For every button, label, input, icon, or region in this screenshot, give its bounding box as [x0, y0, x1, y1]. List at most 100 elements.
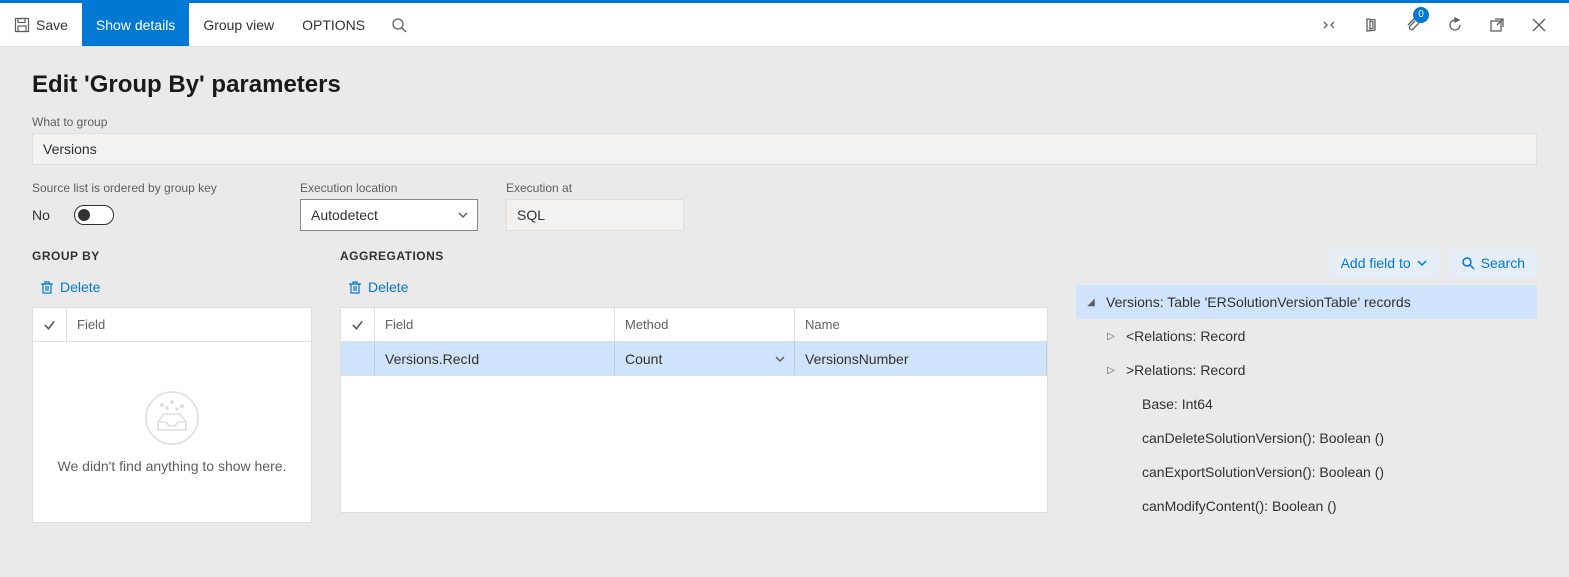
check-icon: [43, 318, 56, 332]
attachment-badge: 0: [1413, 7, 1429, 23]
what-to-group-label: What to group: [32, 115, 1537, 129]
office-button[interactable]: [1351, 3, 1391, 47]
search-icon: [391, 17, 407, 33]
exec-location-field: Execution location Autodetect: [300, 181, 478, 231]
tree-node-label: >Relations: Record: [1126, 362, 1245, 378]
agg-grid-body: Versions.RecId Count VersionsNumber: [341, 342, 1047, 512]
tree-root-label: Versions: Table 'ERSolutionVersionTable'…: [1106, 294, 1411, 310]
save-label: Save: [36, 17, 68, 33]
groupby-select-all[interactable]: [33, 308, 67, 341]
groupby-col-field[interactable]: Field: [67, 308, 311, 341]
app-toolbar: Save Show details Group view OPTIONS 0: [0, 3, 1569, 47]
show-details-button[interactable]: Show details: [82, 3, 189, 46]
exec-at-value: SQL: [506, 199, 684, 231]
agg-col-name[interactable]: Name: [795, 308, 1047, 341]
data-tree: ◢ Versions: Table 'ERSolutionVersionTabl…: [1076, 285, 1537, 523]
search-icon: [1461, 256, 1475, 270]
agg-row[interactable]: Versions.RecId Count VersionsNumber: [341, 342, 1047, 376]
ordered-by-key-toggle[interactable]: [74, 205, 114, 225]
groupby-grid-body: We didn't find anything to show here.: [33, 342, 311, 522]
main-content: Edit 'Group By' parameters What to group…: [0, 47, 1569, 539]
save-icon: [14, 17, 30, 33]
toolbar-left-group: Save Show details Group view OPTIONS: [0, 3, 419, 46]
toggle-knob: [78, 209, 90, 221]
agg-select-all[interactable]: [341, 308, 375, 341]
group-view-label: Group view: [203, 17, 274, 33]
expander-expanded-icon[interactable]: ◢: [1084, 297, 1098, 308]
empty-box-icon: [144, 390, 200, 446]
groupby-grid-header: Field: [33, 308, 311, 342]
group-view-button[interactable]: Group view: [189, 3, 288, 46]
close-button[interactable]: [1519, 3, 1559, 47]
add-field-to-button[interactable]: Add field to: [1329, 249, 1439, 277]
exec-at-label: Execution at: [506, 181, 684, 195]
groupby-heading: GROUP BY: [32, 249, 312, 263]
popout-button[interactable]: [1477, 3, 1517, 47]
tree-node-label: canExportSolutionVersion(): Boolean (): [1142, 464, 1384, 480]
agg-grid: Field Method Name Versions.RecId Count V…: [340, 307, 1048, 513]
search-label: Search: [1481, 255, 1525, 271]
tree-section: Add field to Search ◢ Versions: Table 'E…: [1076, 249, 1537, 523]
agg-row-field[interactable]: Versions.RecId: [375, 342, 615, 375]
tree-node[interactable]: canDeleteSolutionVersion(): Boolean (): [1076, 421, 1537, 455]
expander-collapsed-icon[interactable]: ▷: [1104, 331, 1118, 342]
agg-row-method[interactable]: Count: [615, 342, 795, 375]
tree-node-label: <Relations: Record: [1126, 328, 1245, 344]
tree-node-label: canDeleteSolutionVersion(): Boolean (): [1142, 430, 1384, 446]
tree-node[interactable]: canModifyContent(): Boolean (): [1076, 489, 1537, 523]
options-label: OPTIONS: [302, 17, 365, 33]
agg-row-checkbox[interactable]: [341, 342, 375, 375]
tree-search-button[interactable]: Search: [1449, 249, 1537, 277]
agg-actions: Delete: [340, 273, 1048, 301]
tree-node[interactable]: ▷ <Relations: Record: [1076, 319, 1537, 353]
agg-grid-header: Field Method Name: [341, 308, 1047, 342]
chevron-down-icon: [457, 209, 469, 221]
tree-node[interactable]: canExportSolutionVersion(): Boolean (): [1076, 455, 1537, 489]
sections-row: GROUP BY Delete Field: [32, 249, 1537, 523]
groupby-section: GROUP BY Delete Field: [32, 249, 312, 523]
agg-row-method-value: Count: [625, 351, 662, 367]
groupby-delete-button[interactable]: Delete: [32, 273, 108, 301]
tree-node[interactable]: ▷ >Relations: Record: [1076, 353, 1537, 387]
show-details-label: Show details: [96, 17, 175, 33]
toolbar-spacer: [419, 3, 1309, 46]
aggregations-section: AGGREGATIONS Delete Field Method Name: [340, 249, 1048, 523]
empty-state: We didn't find anything to show here.: [33, 342, 311, 522]
exec-location-select[interactable]: Autodetect: [300, 199, 478, 231]
expander-collapsed-icon[interactable]: ▷: [1104, 365, 1118, 376]
trash-icon: [40, 280, 54, 294]
office-icon: [1363, 17, 1379, 33]
options-row: Source list is ordered by group key No E…: [32, 181, 1537, 231]
groupby-actions: Delete: [32, 273, 312, 301]
what-to-group-field: What to group: [32, 115, 1537, 165]
options-button[interactable]: OPTIONS: [288, 3, 379, 46]
agg-col-method[interactable]: Method: [615, 308, 795, 341]
agg-delete-button[interactable]: Delete: [340, 273, 416, 301]
check-icon: [351, 318, 364, 332]
agg-col-field[interactable]: Field: [375, 308, 615, 341]
close-icon: [1532, 18, 1546, 32]
tree-node[interactable]: Base: Int64: [1076, 387, 1537, 421]
exec-at-field: Execution at SQL: [506, 181, 684, 231]
page-title: Edit 'Group By' parameters: [32, 71, 1537, 99]
toolbar-right-group: 0: [1309, 3, 1569, 46]
save-button[interactable]: Save: [0, 3, 82, 46]
agg-delete-label: Delete: [368, 279, 408, 295]
agg-row-name[interactable]: VersionsNumber: [795, 342, 1047, 375]
tree-node-label: canModifyContent(): Boolean (): [1142, 498, 1337, 514]
attachments-button[interactable]: 0: [1393, 3, 1433, 47]
popout-icon: [1489, 17, 1505, 33]
trash-icon: [348, 280, 362, 294]
connector-button[interactable]: [1309, 3, 1349, 47]
chevron-down-icon: [774, 353, 786, 365]
ordered-by-key-value: No: [32, 207, 50, 223]
refresh-button[interactable]: [1435, 3, 1475, 47]
tree-toolbar: Add field to Search: [1076, 249, 1537, 277]
what-to-group-input[interactable]: [32, 133, 1537, 165]
exec-location-value: Autodetect: [311, 207, 378, 223]
tree-node-label: Base: Int64: [1142, 396, 1213, 412]
exec-location-label: Execution location: [300, 181, 478, 195]
tree-root-node[interactable]: ◢ Versions: Table 'ERSolutionVersionTabl…: [1076, 285, 1537, 319]
toolbar-search-button[interactable]: [379, 3, 419, 47]
add-field-label: Add field to: [1341, 255, 1411, 271]
